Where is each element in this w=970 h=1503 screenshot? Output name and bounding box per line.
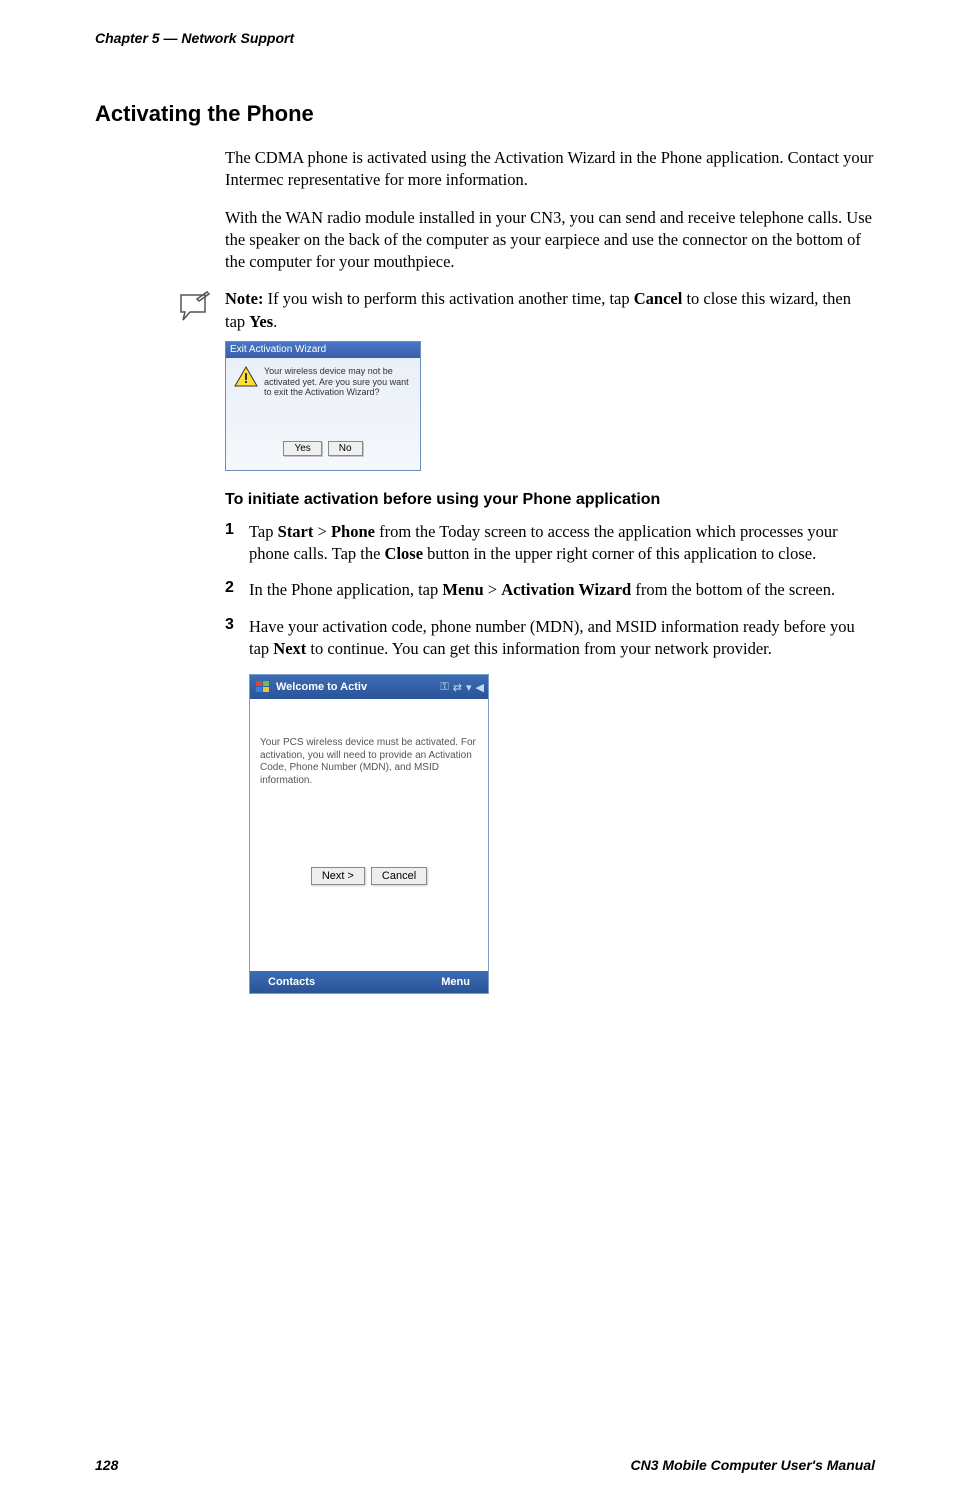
sub-heading: To initiate activation before using your…	[225, 491, 875, 509]
step-text: In the Phone application, tap Menu > Act…	[249, 579, 835, 601]
phone-titlebar: Welcome to Activ ⚿ ⇄ ▾ ◀	[250, 675, 488, 699]
manual-title: CN3 Mobile Computer User's Manual	[631, 1457, 875, 1473]
page-number: 128	[95, 1457, 118, 1473]
section-title: Activating the Phone	[95, 101, 875, 127]
step-list: 1 Tap Start > Phone from the Today scree…	[225, 521, 875, 660]
menu-softkey[interactable]: Menu	[441, 976, 470, 988]
chapter-label: Chapter 5 — Network Support	[95, 30, 294, 46]
step-text: Have your activation code, phone number …	[249, 616, 875, 661]
phone-body-text: Your PCS wireless device must be activat…	[250, 699, 488, 797]
sync-icon: ⇄	[453, 681, 462, 694]
step-text: Tap Start > Phone from the Today screen …	[249, 521, 875, 566]
volume-icon: ◀	[476, 681, 484, 694]
note-label: Note:	[225, 289, 263, 308]
note-text-1: If you wish to perform this activation a…	[263, 289, 633, 308]
step-number: 3	[225, 616, 249, 661]
warning-icon	[234, 366, 258, 388]
dialog-message: Your wireless device may not be activate…	[264, 366, 412, 398]
list-item: 1 Tap Start > Phone from the Today scree…	[225, 521, 875, 566]
phone-status-icons: ⚿ ⇄ ▾ ◀	[440, 681, 484, 694]
list-item: 3 Have your activation code, phone numbe…	[225, 616, 875, 661]
note-text: Note: If you wish to perform this activa…	[225, 288, 875, 333]
page-footer: 128 CN3 Mobile Computer User's Manual	[95, 1457, 875, 1473]
dialog-titlebar: Exit Activation Wizard	[226, 342, 420, 358]
dialog-body: Your wireless device may not be activate…	[226, 358, 420, 406]
key-icon: ⚿	[440, 681, 448, 694]
activation-wizard-screenshot: Welcome to Activ ⚿ ⇄ ▾ ◀ Your PCS wirele…	[249, 674, 489, 994]
note-text-3: .	[273, 312, 277, 331]
no-button[interactable]: No	[328, 441, 363, 456]
windows-start-icon[interactable]	[254, 678, 272, 696]
paragraph-2: With the WAN radio module installed in y…	[225, 207, 875, 274]
page-header: Chapter 5 — Network Support	[95, 30, 875, 46]
yes-button[interactable]: Yes	[283, 441, 321, 456]
list-item: 2 In the Phone application, tap Menu > A…	[225, 579, 875, 601]
dialog-buttons: Yes No	[226, 441, 420, 464]
contacts-softkey[interactable]: Contacts	[268, 976, 315, 988]
content-area: The CDMA phone is activated using the Ac…	[225, 147, 875, 994]
exit-wizard-dialog-screenshot: Exit Activation Wizard Your wireless dev…	[225, 341, 421, 471]
step-number: 2	[225, 579, 249, 601]
note-cancel: Cancel	[634, 289, 683, 308]
note-block: Note: If you wish to perform this activa…	[175, 288, 875, 333]
next-button[interactable]: Next >	[311, 867, 365, 885]
paragraph-1: The CDMA phone is activated using the Ac…	[225, 147, 875, 192]
note-icon	[175, 290, 215, 325]
signal-icon: ▾	[466, 681, 472, 694]
phone-title: Welcome to Activ	[276, 681, 440, 693]
phone-button-row: Next > Cancel	[250, 867, 488, 885]
note-yes: Yes	[249, 312, 273, 331]
step-number: 1	[225, 521, 249, 566]
cancel-button[interactable]: Cancel	[371, 867, 427, 885]
phone-softkey-bar: Contacts Menu	[250, 971, 488, 993]
